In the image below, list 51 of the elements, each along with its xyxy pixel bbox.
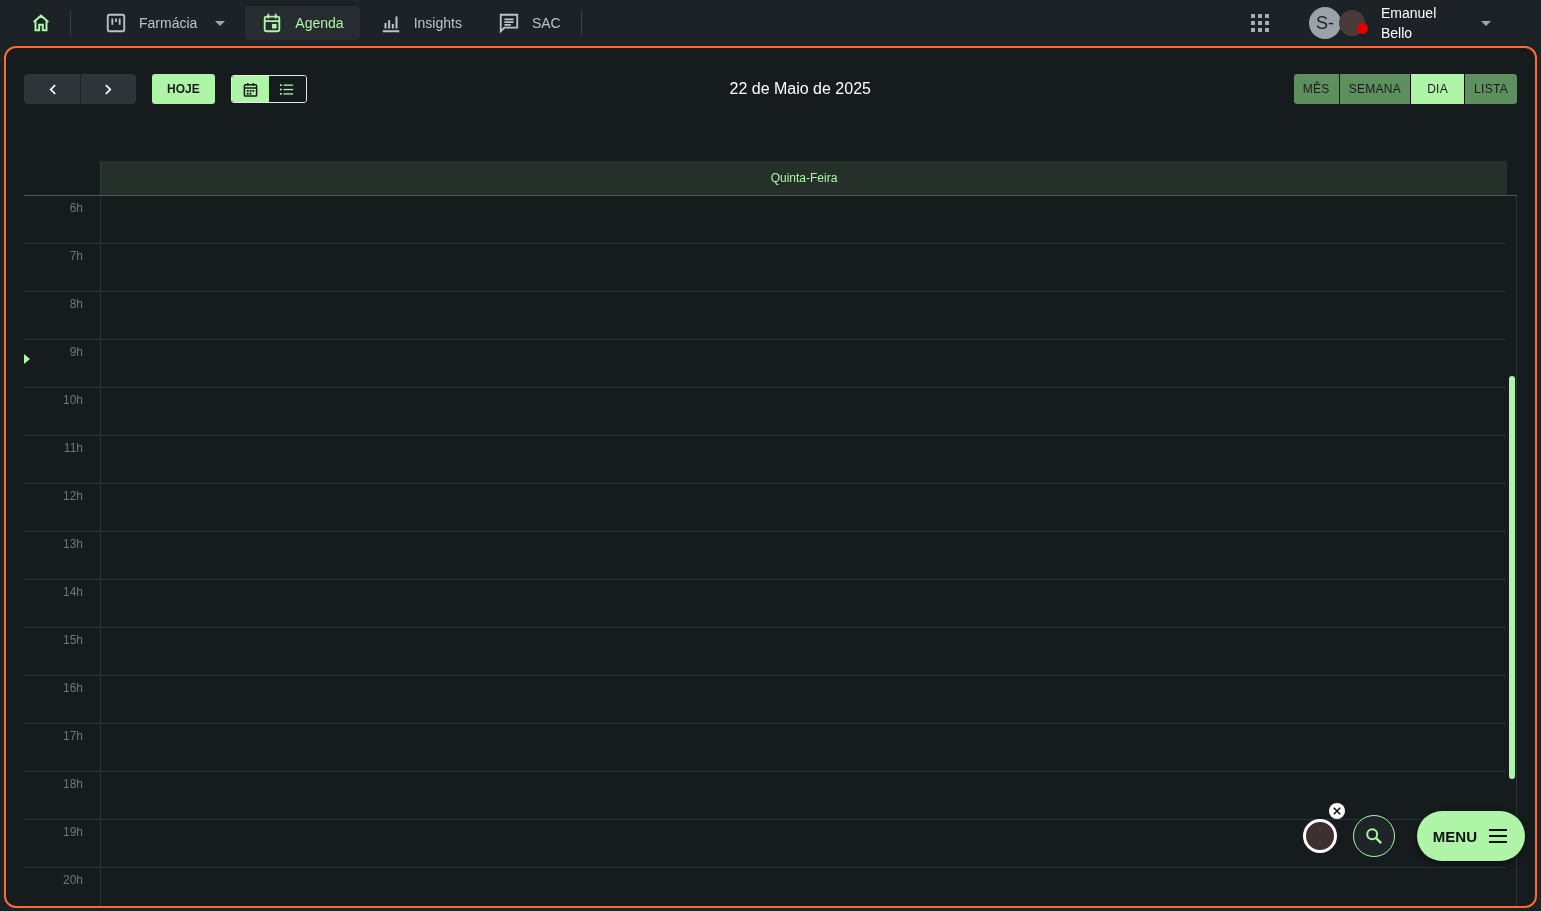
hour-label: 15h [62, 633, 83, 647]
calendar-icon [242, 81, 258, 97]
apps-grid-icon[interactable] [1251, 14, 1269, 32]
hour-label: 9h [69, 345, 83, 359]
close-icon [1332, 807, 1341, 815]
nav-tab[interactable]: SAC [481, 6, 577, 40]
nav-tab[interactable]: Insights [363, 6, 478, 40]
hour-label: 14h [62, 585, 83, 599]
chat-icon [497, 12, 520, 34]
avatar-placeholder [1339, 10, 1365, 36]
view-tab[interactable]: MÊS [1293, 74, 1339, 104]
chevron-left-icon [48, 83, 56, 95]
search-icon [1364, 827, 1383, 845]
avatar-placeholder[interactable] [1302, 819, 1337, 853]
hour-label: 12h [62, 489, 83, 503]
chevron-right-icon [105, 83, 112, 95]
close-button[interactable] [1328, 803, 1345, 819]
layout-toggle[interactable] [231, 76, 269, 102]
user-menu[interactable]: S- Emanuel Bello [1309, 3, 1491, 43]
user-initials-avatar: S- [1309, 7, 1341, 39]
hour-label: 8h [69, 297, 83, 311]
day-header: Quinta-Feira [100, 161, 1507, 195]
hour-label: 19h [62, 825, 83, 839]
nav-tab[interactable]: Agenda [245, 6, 360, 40]
hour-label: 13h [62, 537, 83, 551]
home-icon[interactable] [30, 12, 52, 34]
hour-label: 7h [69, 249, 83, 263]
search-button[interactable] [1352, 815, 1395, 857]
view-tab[interactable]: LISTA [1465, 74, 1517, 104]
menu-button[interactable]: MENU [1416, 811, 1525, 861]
today-button[interactable]: HOJE [152, 74, 215, 104]
hour-label: 16h [62, 681, 83, 695]
hour-label: 10h [62, 393, 83, 407]
view-tab[interactable]: DIA [1411, 74, 1465, 104]
date-title: 22 de Maio de 2025 [729, 80, 871, 98]
hour-label: 18h [62, 777, 83, 791]
user-first-name: Emanuel [1381, 4, 1438, 23]
user-last-name: Bello [1381, 24, 1414, 43]
hour-label: 11h [63, 441, 83, 455]
current-time-marker-icon [24, 354, 30, 364]
list-icon [280, 82, 295, 96]
board-icon [105, 12, 127, 34]
view-tab[interactable]: SEMANA [1339, 74, 1411, 104]
hour-label: 17h [62, 729, 83, 743]
hour-label: 6h [69, 201, 83, 215]
nav-tab[interactable]: Farmácia [89, 6, 242, 40]
menu-icon [1489, 829, 1507, 843]
scrollbar[interactable] [1509, 376, 1515, 779]
hour-label: 20h [62, 873, 83, 887]
caret-icon [1481, 20, 1491, 26]
status-dot [1357, 23, 1368, 34]
